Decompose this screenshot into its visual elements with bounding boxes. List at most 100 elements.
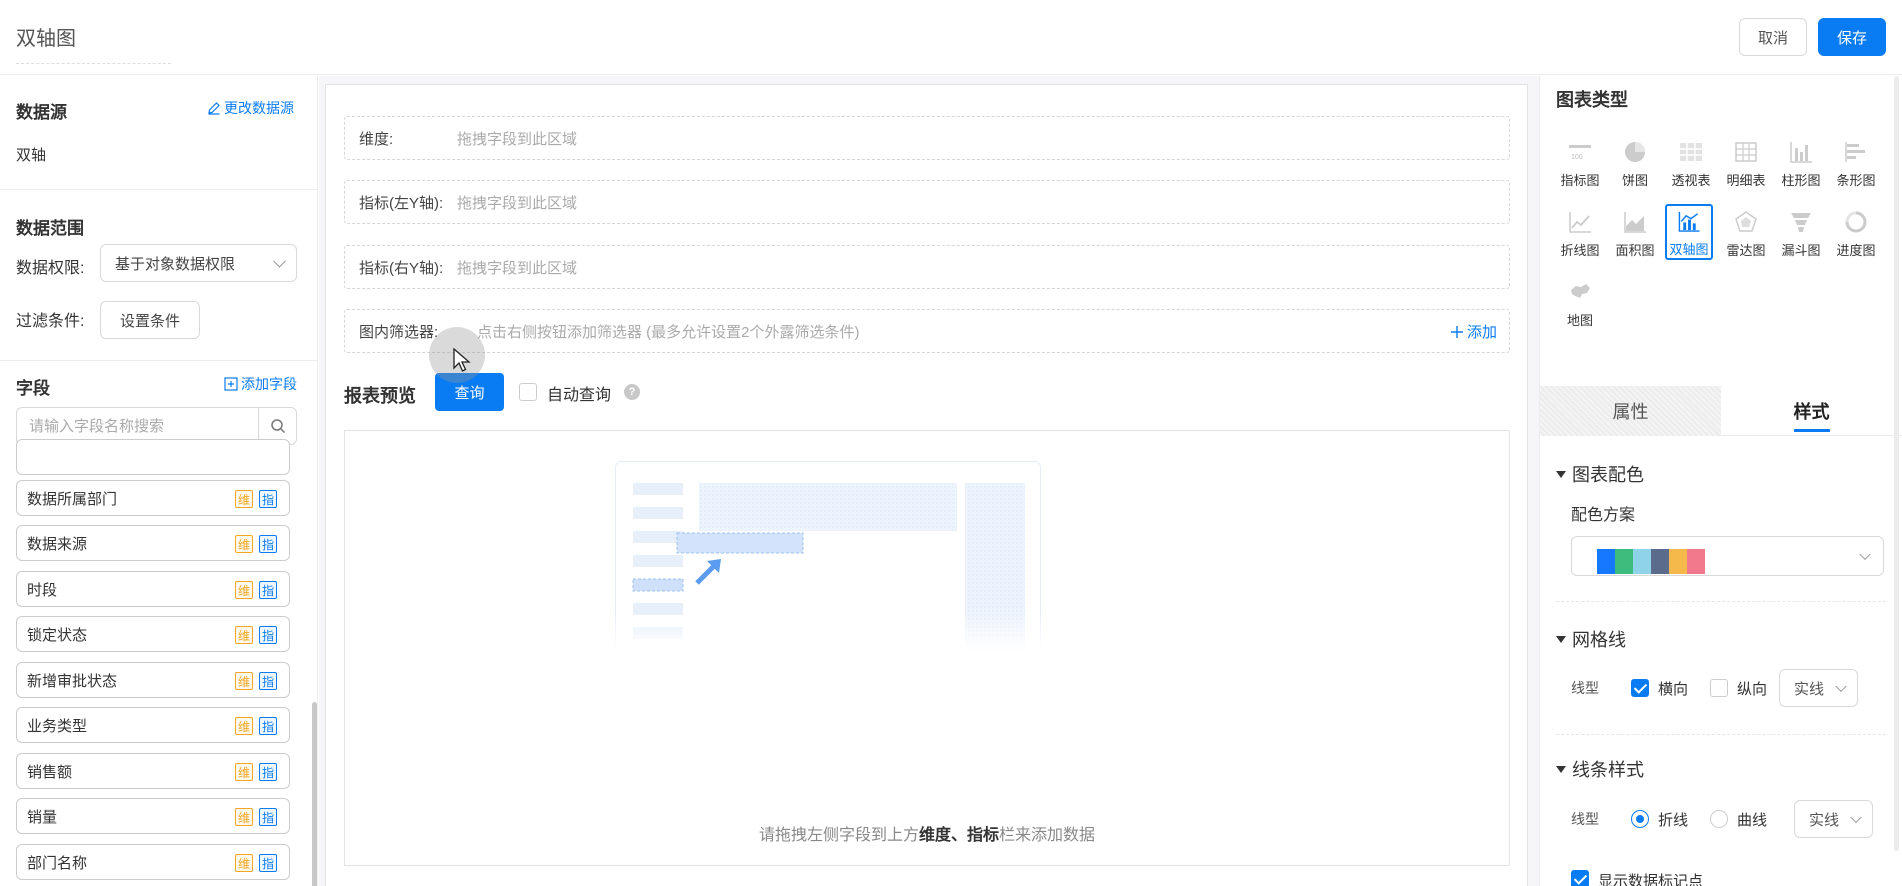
- vertical-grid-checkbox[interactable]: [1710, 679, 1728, 697]
- empty-prefix: 请拖拽左侧字段到上方: [758, 827, 919, 844]
- empty-state-text: 请拖拽左侧字段到上方维度、指标栏来添加数据: [345, 821, 1509, 845]
- chart-type-map[interactable]: 地图: [1556, 276, 1604, 332]
- datasource-value: 双轴: [16, 147, 47, 164]
- list-item[interactable]: 业务类型 维指: [16, 707, 290, 743]
- pivot-table-icon: [1680, 143, 1702, 161]
- plus-icon: [1450, 325, 1463, 338]
- scrollbar[interactable]: [312, 702, 317, 886]
- color-swatch: [1615, 549, 1633, 574]
- horizontal-grid-label: 横向: [1658, 681, 1689, 698]
- list-item[interactable]: 部门名称 维指: [16, 844, 290, 880]
- change-datasource-label: 更改数据源: [224, 100, 294, 116]
- dual-axis-chart-icon: [1678, 211, 1700, 232]
- filter-label: 过滤条件:: [16, 313, 85, 330]
- permission-select-value: 基于对象数据权限: [115, 255, 236, 273]
- field-name: 数据来源: [27, 535, 88, 553]
- grid-section-header[interactable]: 网格线: [1556, 626, 1626, 652]
- list-item[interactable]: [16, 439, 290, 475]
- chart-type-area[interactable]: 面积图: [1611, 206, 1659, 262]
- help-icon[interactable]: ?: [624, 384, 640, 400]
- line-style-select[interactable]: 实线: [1794, 800, 1873, 838]
- color-swatch: [1651, 549, 1669, 574]
- tab-style-label: 样式: [1793, 402, 1830, 422]
- divider: [0, 360, 317, 361]
- chart-type-detail[interactable]: 明细表: [1722, 136, 1770, 192]
- show-markers-label: 显示数据标记点: [1598, 873, 1704, 886]
- color-section-header[interactable]: 图表配色: [1556, 461, 1644, 487]
- chart-type-dual-axis[interactable]: 双轴图: [1665, 204, 1713, 260]
- list-item[interactable]: 销量 维指: [16, 798, 290, 834]
- auto-query-label: 自动查询: [547, 387, 612, 404]
- list-item[interactable]: 时段 维指: [16, 571, 290, 607]
- line-fold-radio[interactable]: [1631, 810, 1649, 828]
- line-chart-icon: [1569, 212, 1591, 233]
- pie-chart-icon: [1625, 142, 1645, 162]
- metric-tag: 指: [259, 763, 277, 781]
- show-markers-checkbox[interactable]: [1571, 870, 1589, 886]
- tab-properties[interactable]: 属性: [1540, 386, 1721, 436]
- add-filter-button[interactable]: 添加: [1450, 321, 1497, 342]
- right-metric-dropzone[interactable]: 指标(右Y轴): 拖拽字段到此区域: [344, 245, 1510, 289]
- color-swatch: [1633, 549, 1651, 574]
- field-name: 新增审批状态: [27, 672, 118, 690]
- caret-down-icon: [1556, 765, 1566, 773]
- settings-tabs: 属性 样式: [1540, 386, 1902, 436]
- list-item[interactable]: 销售额 维指: [16, 753, 290, 789]
- line-curve-radio[interactable]: [1710, 810, 1728, 828]
- dimension-tag: 维: [235, 854, 253, 872]
- grid-style-select[interactable]: 实线: [1779, 669, 1858, 707]
- metric-tag: 指: [259, 808, 277, 826]
- bar-chart-icon: [1845, 142, 1865, 162]
- line-section-header[interactable]: 线条样式: [1556, 756, 1644, 782]
- cancel-button[interactable]: 取消: [1739, 18, 1807, 56]
- list-item[interactable]: 锁定状态 维指: [16, 616, 290, 652]
- line-fold-label: 折线: [1658, 812, 1689, 829]
- funnel-chart-icon: [1791, 213, 1811, 232]
- chart-type-funnel[interactable]: 漏斗图: [1777, 206, 1825, 262]
- color-scheme-select[interactable]: [1571, 536, 1884, 576]
- tab-underline: [1793, 429, 1830, 432]
- set-condition-button[interactable]: 设置条件: [100, 301, 200, 339]
- report-title[interactable]: 双轴图: [16, 22, 171, 64]
- chart-type-label: 雷达图: [1726, 243, 1766, 258]
- horizontal-grid-checkbox[interactable]: [1631, 679, 1649, 697]
- dimension-tag: 维: [235, 535, 253, 553]
- chart-type-pie[interactable]: 饼图: [1611, 136, 1659, 192]
- kpi-chart-icon: 100: [1569, 145, 1591, 161]
- left-metric-dropzone[interactable]: 指标(左Y轴): 拖拽字段到此区域: [344, 180, 1510, 224]
- filter-dropzone: 图内筛选器: 点击右侧按钮添加筛选器 (最多允许设置2个外露筛选条件) 添加: [344, 309, 1510, 353]
- chart-type-label: 折线图: [1560, 243, 1600, 258]
- area-chart-icon: [1624, 212, 1646, 233]
- chart-type-line[interactable]: 折线图: [1556, 206, 1604, 262]
- add-field-link[interactable]: 添加字段: [224, 374, 297, 394]
- list-item[interactable]: 新增审批状态 维指: [16, 662, 290, 698]
- dimension-tag: 维: [235, 581, 253, 599]
- field-name: 部门名称: [27, 854, 88, 872]
- chart-type-column[interactable]: 柱形图: [1777, 136, 1825, 192]
- svg-text:100: 100: [1571, 154, 1583, 161]
- metric-tag: 指: [259, 854, 277, 872]
- chart-type-radar[interactable]: 雷达图: [1722, 206, 1770, 262]
- chart-type-pivot[interactable]: 透视表: [1667, 136, 1715, 192]
- chart-type-bar[interactable]: 条形图: [1832, 136, 1880, 192]
- list-item[interactable]: 数据来源 维指: [16, 525, 290, 561]
- dimension-tag: 维: [235, 672, 253, 690]
- top-header: 双轴图 取消 保存: [0, 0, 1902, 75]
- chart-type-label: 指标图: [1560, 173, 1600, 188]
- tab-style[interactable]: 样式: [1721, 386, 1902, 436]
- permission-select[interactable]: 基于对象数据权限: [100, 244, 297, 282]
- dropzone-label: 指标(左Y轴):: [359, 194, 444, 212]
- chart-type-progress[interactable]: 进度图: [1832, 206, 1880, 262]
- chart-type-kpi[interactable]: 100 指标图: [1556, 136, 1604, 192]
- color-scheme-label: 配色方案: [1571, 507, 1636, 524]
- list-item[interactable]: 数据所属部门 维指: [16, 480, 290, 516]
- scrollbar[interactable]: [1894, 76, 1899, 851]
- auto-query-checkbox[interactable]: [519, 383, 537, 401]
- line-type-label: 线型: [1571, 680, 1599, 696]
- save-button[interactable]: 保存: [1818, 18, 1886, 56]
- change-datasource-link[interactable]: 更改数据源: [207, 98, 294, 118]
- dimension-dropzone[interactable]: 维度: 拖拽字段到此区域: [344, 116, 1510, 160]
- chart-type-label: 漏斗图: [1781, 243, 1821, 258]
- chevron-down-icon: [273, 254, 286, 268]
- field-name: 时段: [27, 581, 58, 599]
